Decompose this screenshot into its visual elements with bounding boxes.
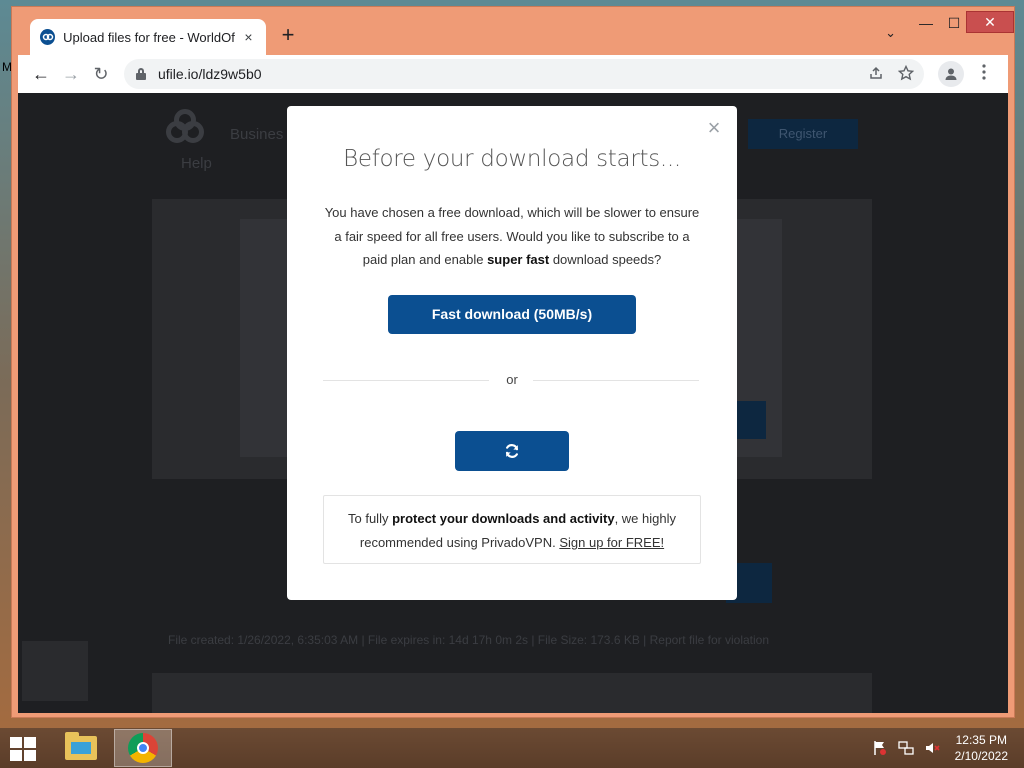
profile-avatar-icon[interactable] bbox=[938, 61, 964, 87]
clock-time: 12:35 PM bbox=[955, 733, 1007, 747]
bg-file-info: File created: 1/26/2022, 6:35:03 AM | Fi… bbox=[168, 633, 770, 647]
action-center-flag-icon[interactable] bbox=[872, 740, 888, 756]
fast-download-button[interactable]: Fast download (50MB/s) bbox=[388, 295, 636, 334]
ufile-logo-icon bbox=[40, 29, 56, 45]
bg-business-link: Busines bbox=[230, 126, 284, 143]
divider-right bbox=[533, 380, 699, 381]
close-window-button[interactable]: ✕ bbox=[966, 11, 1014, 33]
vpn-text-bold: protect your downloads and activity bbox=[392, 511, 615, 526]
windows-taskbar: 12:35 PM 2/10/2022 bbox=[0, 728, 1024, 768]
bg-help-link: Help bbox=[181, 155, 212, 172]
start-windows-icon[interactable] bbox=[10, 737, 38, 761]
url-text[interactable]: ufile.io/ldz9w5b0 bbox=[158, 66, 262, 82]
tab-search-chevron-icon[interactable]: ⌄ bbox=[885, 25, 896, 41]
bookmark-star-icon[interactable] bbox=[897, 64, 915, 84]
browser-tab[interactable]: Upload files for free - WorldOfW × bbox=[30, 19, 266, 55]
clock-date: 2/10/2022 bbox=[954, 749, 1008, 763]
bg-recaptcha-badge bbox=[22, 641, 88, 701]
browser-toolbar: ← → ↻ ufile.io/ldz9w5b0 bbox=[18, 55, 1008, 93]
back-arrow-icon[interactable]: ← bbox=[26, 59, 56, 89]
tab-strip: Upload files for free - WorldOfW × + ⌄ —… bbox=[12, 7, 1014, 55]
system-clock[interactable]: 12:35 PM 2/10/2022 bbox=[955, 732, 1008, 764]
file-explorer-icon[interactable] bbox=[52, 729, 110, 767]
tab-close-icon[interactable]: × bbox=[241, 29, 256, 45]
kebab-menu-icon[interactable] bbox=[978, 63, 990, 85]
new-tab-button[interactable]: + bbox=[278, 24, 298, 46]
slow-download-button[interactable] bbox=[455, 431, 569, 471]
lock-icon[interactable] bbox=[136, 68, 146, 80]
volume-muted-icon[interactable] bbox=[924, 740, 940, 756]
refresh-icon bbox=[505, 444, 519, 458]
system-tray bbox=[872, 740, 940, 756]
modal-description: You have chosen a free download, which w… bbox=[321, 201, 703, 272]
modal-title: Before your download starts... bbox=[343, 146, 681, 172]
vpn-promo-box: To fully protect your downloads and acti… bbox=[323, 495, 701, 564]
modal-text-part2: download speeds? bbox=[549, 252, 662, 267]
bg-ad-banner-bottom bbox=[152, 673, 872, 713]
network-icon[interactable] bbox=[898, 740, 914, 756]
bg-register-button: Register bbox=[748, 119, 858, 149]
chrome-taskbar-icon[interactable] bbox=[114, 729, 172, 767]
modal-close-icon[interactable]: × bbox=[705, 116, 723, 140]
share-icon[interactable] bbox=[868, 65, 884, 84]
forward-arrow-icon[interactable]: → bbox=[56, 59, 86, 89]
modal-text-bold: super fast bbox=[487, 252, 550, 267]
download-modal: × Before your download starts... You hav… bbox=[287, 106, 737, 600]
reload-icon[interactable]: ↻ bbox=[86, 59, 116, 89]
vpn-signup-link[interactable]: Sign up for FREE! bbox=[559, 535, 664, 550]
site-logo-icon bbox=[166, 109, 216, 155]
vpn-text-part1: To fully bbox=[348, 511, 393, 526]
bg-download-button bbox=[734, 401, 766, 439]
tab-title: Upload files for free - WorldOfW bbox=[63, 29, 235, 45]
address-bar[interactable]: ufile.io/ldz9w5b0 bbox=[124, 59, 924, 89]
